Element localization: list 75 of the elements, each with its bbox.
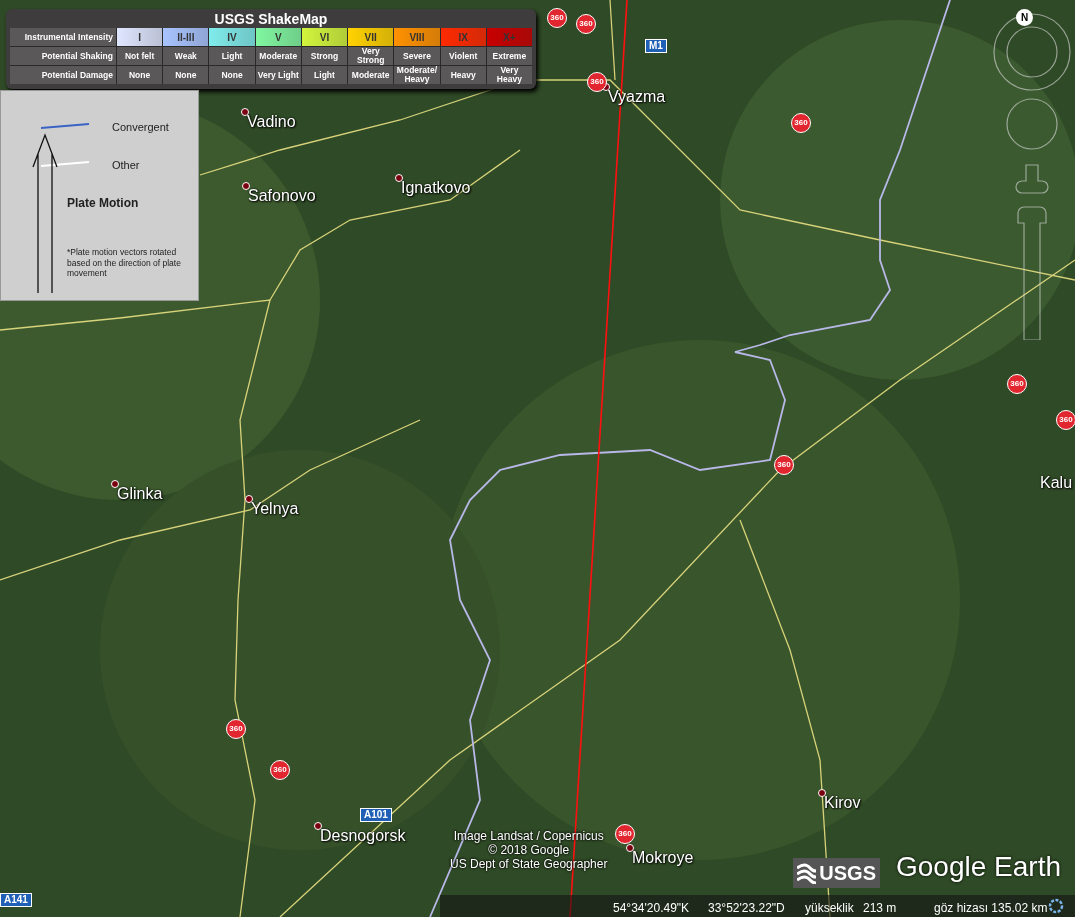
place-marker-icon <box>314 822 322 830</box>
legend-cell: Violent <box>440 47 486 65</box>
intensity-cell: IV <box>209 28 255 46</box>
zoom-slider-icon[interactable] <box>1017 206 1047 340</box>
row-label: Potential Damage <box>10 66 116 84</box>
legend-cell: Very Strong <box>348 47 394 65</box>
zoom-in-icon[interactable] <box>1015 164 1049 194</box>
status-text: 54°34'20.49"K <box>613 900 690 917</box>
legend-title: USGS ShakeMap <box>213 11 329 28</box>
place-label: Kalu <box>1040 474 1073 492</box>
legend-cell: Very Heavy <box>486 66 532 84</box>
place-marker-icon <box>395 174 403 182</box>
place-label: Mokroye <box>632 849 694 867</box>
place-marker-icon <box>818 789 826 797</box>
intensity-cell: II-III <box>163 28 209 46</box>
panorama-marker[interactable]: 360 <box>576 14 596 34</box>
place-label: Vadino <box>247 113 296 131</box>
place-marker-icon <box>241 108 249 116</box>
legend-cell: Heavy <box>440 66 486 84</box>
intensity-cell: VI <box>301 28 348 46</box>
legend-note: *Plate motion vectors rotated based on the direction of plate movement <box>67 247 182 279</box>
google-earth-logo: Google Earth <box>896 850 1061 884</box>
legend-cell: Extreme <box>486 47 532 65</box>
status-text: yükseklik <box>805 900 854 917</box>
legend-label: Convergent <box>112 120 169 135</box>
row-label: Instrumental Intensity <box>10 28 116 46</box>
legend-cell: Weak <box>163 47 209 65</box>
intensity-cell: X+ <box>486 28 532 46</box>
legend-cell: Moderate/ Heavy <box>394 66 440 84</box>
panorama-marker[interactable]: 360 <box>547 8 567 28</box>
usgs-wordmark: USGS <box>819 861 876 886</box>
intensity-cell: VIII <box>394 28 440 46</box>
legend-cell: None <box>209 66 255 84</box>
move-joystick-icon[interactable] <box>1006 98 1058 150</box>
road-shield: A101 <box>360 808 392 822</box>
status-text: göz hizası 135.02 km <box>934 900 1048 917</box>
usgs-wave-icon <box>797 862 817 884</box>
place-marker-icon <box>111 480 119 488</box>
legend-title: Plate Motion <box>67 195 139 212</box>
legend-cell: Moderate <box>255 47 301 65</box>
legend-cell: Moderate <box>348 66 394 84</box>
road-shield: M1 <box>645 39 667 53</box>
place-label: Glinka <box>117 485 163 503</box>
legend-cell: Severe <box>394 47 440 65</box>
row-label: Potential Shaking <box>10 47 116 65</box>
legend-cell: Not felt <box>117 47 163 65</box>
intensity-cell: I <box>117 28 163 46</box>
arrow-icon <box>32 133 58 294</box>
compass-north-icon[interactable]: N <box>1016 9 1033 26</box>
attribution-text: © 2018 Google <box>487 843 571 857</box>
panorama-marker[interactable]: 360 <box>1007 374 1027 394</box>
status-text: 213 m <box>863 900 897 917</box>
road-shield: A141 <box>0 893 32 907</box>
panorama-marker[interactable]: 360 <box>1056 410 1075 430</box>
legend-cell: Strong <box>301 47 348 65</box>
place-marker-icon <box>626 844 634 852</box>
place-marker-icon <box>242 182 250 190</box>
intensity-cell: VII <box>348 28 394 46</box>
legend-label: Other <box>112 158 140 173</box>
legend-cell: None <box>163 66 209 84</box>
intensity-cell: IX <box>440 28 486 46</box>
place-label: Ignatkovo <box>401 179 471 197</box>
place-label: Kirov <box>824 794 861 812</box>
place-label: Yelnya <box>251 500 299 518</box>
look-joystick-icon[interactable] <box>993 13 1071 91</box>
panorama-marker[interactable]: 360 <box>587 72 607 92</box>
place-marker-icon <box>245 495 253 503</box>
legend-cell: None <box>117 66 163 84</box>
legend-cell: Light <box>301 66 348 84</box>
loading-icon <box>1048 898 1064 914</box>
intensity-cell: V <box>255 28 301 46</box>
status-text: 33°52'23.22"D <box>708 900 785 917</box>
legend-cell: Very Light <box>255 66 301 84</box>
place-label: Safonovo <box>248 187 316 205</box>
legend-cell: Light <box>209 47 255 65</box>
